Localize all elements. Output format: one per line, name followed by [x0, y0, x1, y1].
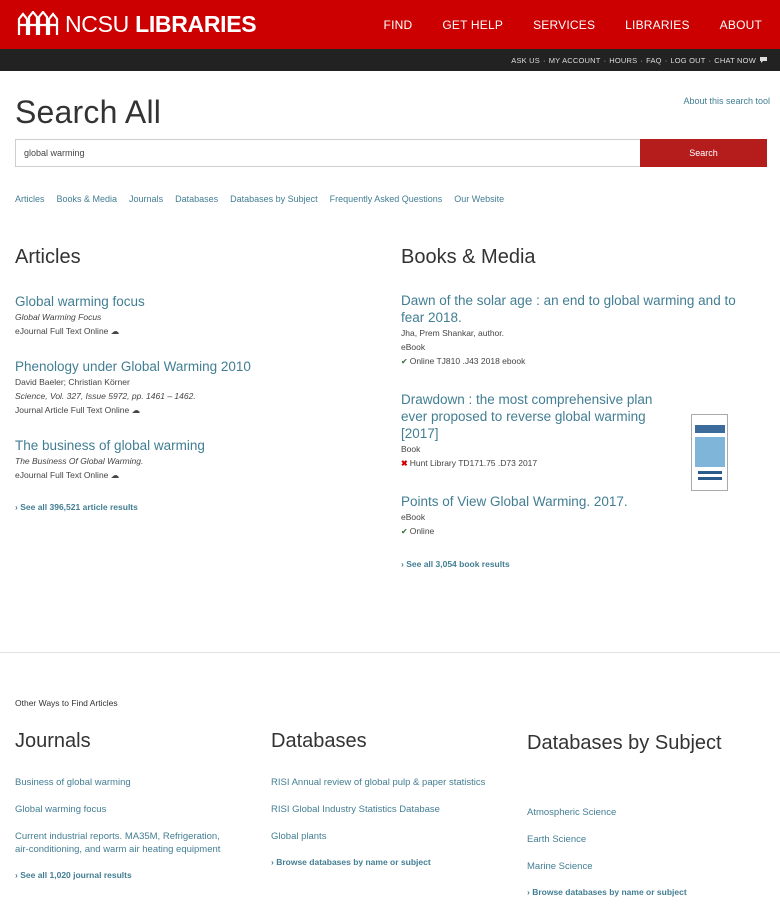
- book-availability[interactable]: ✔ Online TJ810 .J43 2018 ebook: [401, 354, 746, 369]
- article-item: The business of global warming The Busin…: [15, 437, 355, 482]
- tab-books-media[interactable]: Books & Media: [57, 194, 118, 204]
- search-button[interactable]: Search: [640, 139, 767, 167]
- util-chat-now[interactable]: CHAT NOW: [714, 56, 756, 65]
- articles-list: Global warming focus Global Warming Focu…: [15, 293, 355, 512]
- databases-list: RISI Annual review of global pulp & pape…: [271, 776, 491, 867]
- article-source: Science, Vol. 327, Issue 5972, pp. 1461 …: [15, 391, 196, 401]
- journal-link[interactable]: Business of global warming: [15, 776, 235, 789]
- book-availability[interactable]: ✖ Hunt Library TD171.75 .D73 2017: [401, 456, 676, 471]
- see-all-books-link[interactable]: › See all 3,054 book results: [401, 559, 746, 569]
- tab-our-website[interactable]: Our Website: [454, 194, 504, 204]
- article-item: Global warming focus Global Warming Focu…: [15, 293, 355, 338]
- articles-heading: Articles: [15, 246, 81, 268]
- subject-link[interactable]: Earth Science: [527, 833, 767, 846]
- unavailable-x-icon: ✖: [401, 459, 408, 468]
- top-header: NCSU LIBRARIES FIND GET HELP SERVICES LI…: [0, 0, 780, 49]
- article-access[interactable]: Journal Article Full Text Online ☁: [15, 403, 355, 417]
- tab-articles[interactable]: Articles: [15, 194, 45, 204]
- chat-bubble-icon[interactable]: [759, 56, 768, 64]
- wolf-brick-logo-icon: [17, 11, 59, 35]
- book-title[interactable]: Drawdown : the most comprehensive plan e…: [401, 391, 676, 442]
- database-link[interactable]: Global plants: [271, 830, 491, 843]
- util-my-account[interactable]: MY ACCOUNT: [549, 56, 601, 65]
- book-format: Book: [401, 444, 421, 454]
- logo-text: NCSU LIBRARIES: [65, 11, 257, 37]
- book-author: Jha, Prem Shankar, author.: [401, 328, 505, 338]
- util-log-out[interactable]: LOG OUT: [670, 56, 705, 65]
- browse-databases-link[interactable]: › Browse databases by name or subject: [271, 857, 491, 867]
- databases-by-subject-heading: Databases by Subject: [527, 732, 722, 754]
- article-access[interactable]: eJournal Full Text Online ☁: [15, 324, 355, 338]
- journal-link[interactable]: Current industrial reports. MA35M, Refri…: [15, 830, 235, 856]
- article-title[interactable]: The business of global warming: [15, 437, 355, 454]
- book-format: eBook: [401, 342, 426, 352]
- about-search-tool-link[interactable]: About this search tool: [683, 96, 770, 106]
- article-authors: David Baeler; Christian Körner: [15, 377, 130, 387]
- book-title[interactable]: Dawn of the solar age : an end to global…: [401, 292, 746, 326]
- book-format: eBook: [401, 512, 426, 522]
- see-all-articles-link[interactable]: › See all 396,521 article results: [15, 502, 355, 512]
- databases-heading: Databases: [271, 730, 367, 752]
- journal-link[interactable]: Global warming focus: [15, 803, 235, 816]
- database-link[interactable]: RISI Annual review of global pulp & pape…: [271, 776, 491, 789]
- article-access[interactable]: eJournal Full Text Online ☁: [15, 468, 355, 482]
- nav-find[interactable]: FIND: [384, 18, 413, 32]
- book-item: Dawn of the solar age : an end to global…: [401, 292, 746, 369]
- journals-list: Business of global warming Global warmin…: [15, 776, 235, 880]
- book-item: Drawdown : the most comprehensive plan e…: [401, 391, 676, 471]
- nav-libraries[interactable]: LIBRARIES: [625, 18, 690, 32]
- article-item: Phenology under Global Warming 2010 Davi…: [15, 358, 355, 417]
- nav-services[interactable]: SERVICES: [533, 18, 595, 32]
- nav-about[interactable]: ABOUT: [720, 18, 762, 32]
- util-faq[interactable]: FAQ: [646, 56, 662, 65]
- result-type-tabs: Articles Books & Media Journals Database…: [15, 194, 516, 204]
- book-cover-thumbnail[interactable]: [691, 414, 728, 491]
- tab-journals[interactable]: Journals: [129, 194, 163, 204]
- browse-databases-by-subject-link[interactable]: › Browse databases by name or subject: [527, 887, 767, 897]
- books-heading: Books & Media: [401, 246, 536, 268]
- util-ask-us[interactable]: ASK US: [511, 56, 540, 65]
- journals-heading: Journals: [15, 730, 91, 752]
- tab-faq[interactable]: Frequently Asked Questions: [330, 194, 443, 204]
- book-availability[interactable]: ✔ Online: [401, 524, 746, 539]
- book-item: Points of View Global Warming. 2017. eBo…: [401, 493, 746, 539]
- other-ways-label: Other Ways to Find Articles: [15, 698, 118, 708]
- tab-databases[interactable]: Databases: [175, 194, 218, 204]
- search-input[interactable]: [15, 139, 640, 167]
- cloud-icon: ☁: [110, 326, 120, 336]
- cloud-icon: ☁: [110, 470, 120, 480]
- subjects-list: Atmospheric Science Earth Science Marine…: [527, 806, 767, 897]
- book-title[interactable]: Points of View Global Warming. 2017.: [401, 493, 746, 510]
- see-all-journals-link[interactable]: › See all 1,020 journal results: [15, 870, 235, 880]
- ncsu-libraries-logo[interactable]: NCSU LIBRARIES: [17, 10, 257, 38]
- tab-databases-by-subject[interactable]: Databases by Subject: [230, 194, 318, 204]
- section-divider: [0, 652, 780, 653]
- checkmark-icon: ✔: [401, 527, 408, 536]
- article-title[interactable]: Phenology under Global Warming 2010: [15, 358, 355, 375]
- page-title: Search All: [15, 94, 162, 130]
- utility-bar: ASK US · MY ACCOUNT · HOURS · FAQ · LOG OUT ·…: [0, 49, 780, 71]
- cloud-icon: ☁: [131, 405, 141, 415]
- util-hours[interactable]: HOURS: [609, 56, 637, 65]
- nav-get-help[interactable]: GET HELP: [442, 18, 503, 32]
- article-title[interactable]: Global warming focus: [15, 293, 355, 310]
- article-source: Global Warming Focus: [15, 312, 102, 322]
- article-source: The Business Of Global Warming.: [15, 456, 144, 466]
- subject-link[interactable]: Marine Science: [527, 860, 767, 873]
- database-link[interactable]: RISI Global Industry Statistics Database: [271, 803, 491, 816]
- checkmark-icon: ✔: [401, 357, 408, 366]
- main-nav: FIND GET HELP SERVICES LIBRARIES ABOUT: [354, 0, 762, 49]
- subject-link[interactable]: Atmospheric Science: [527, 806, 767, 819]
